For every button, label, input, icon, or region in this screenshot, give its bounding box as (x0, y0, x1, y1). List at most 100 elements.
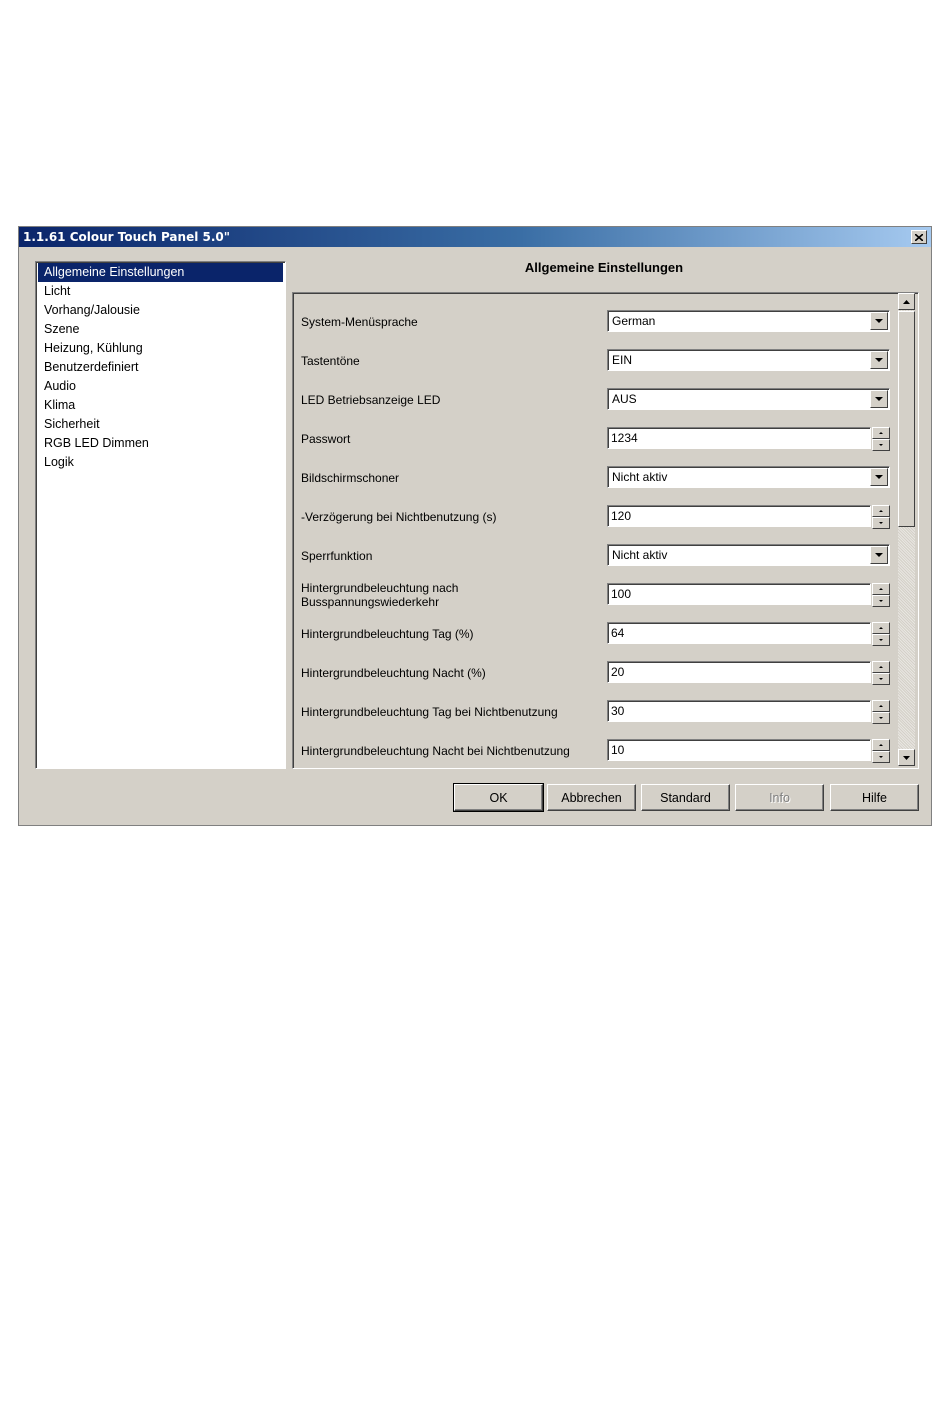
vertical-scrollbar[interactable] (898, 293, 915, 766)
spin-up-button[interactable] (872, 427, 890, 439)
tree-item[interactable]: Logik (38, 453, 283, 472)
select-value: Nicht aktiv (612, 470, 668, 484)
spin-down-button[interactable] (872, 595, 890, 607)
help-button[interactable]: Hilfe (830, 784, 919, 811)
spin-up-button[interactable] (872, 739, 890, 751)
tree-item[interactable]: Heizung, Kühlung (38, 339, 283, 358)
spin-down-icon (879, 678, 883, 680)
parameter-number-input[interactable]: 120 (607, 505, 871, 527)
category-tree[interactable]: Allgemeine Einstellungen Licht Vorhang/Jal… (35, 261, 286, 769)
spin-up-icon (879, 432, 883, 434)
parameter-number-input[interactable]: 64 (607, 622, 871, 644)
input-value: 64 (611, 626, 625, 640)
close-button[interactable] (911, 230, 927, 244)
parameter-number-input[interactable]: 30 (607, 700, 871, 722)
parameter-row: Hintergrundbeleuchtung Tag bei Nichtbenu… (301, 697, 891, 727)
spin-down-icon (879, 600, 883, 602)
spin-up-icon (879, 705, 883, 707)
chevron-down-icon (875, 475, 883, 479)
input-value: 30 (611, 704, 625, 718)
input-value: 10 (611, 743, 625, 757)
chevron-down-icon (875, 397, 883, 401)
spin-up-icon (879, 588, 883, 590)
tree-item[interactable]: Vorhang/Jalousie (38, 301, 283, 320)
parameter-label: Sperrfunktion (301, 549, 373, 563)
parameter-number-input[interactable]: 20 (607, 661, 871, 683)
spin-down-icon (879, 717, 883, 719)
info-button[interactable]: Info (735, 784, 824, 811)
parameter-row: Hintergrundbeleuchtung Nacht bei Nichtbe… (301, 736, 891, 766)
spin-up-button[interactable] (872, 622, 890, 634)
select-value: Nicht aktiv (612, 548, 668, 562)
spin-control (872, 739, 890, 763)
parameter-select[interactable]: Nicht aktiv (607, 466, 890, 488)
parameter-label: System-Menüsprache (301, 315, 418, 329)
spin-control (872, 505, 890, 529)
parameter-row: Hintergrundbeleuchtung Tag (%) 64 (301, 619, 891, 649)
parameter-number-input[interactable]: 100 (607, 583, 871, 605)
spin-up-icon (879, 627, 883, 629)
input-value: 100 (611, 587, 632, 601)
parameter-row: LED Betriebsanzeige LED AUS (301, 385, 891, 415)
parameter-row: Passwort 1234 (301, 424, 891, 454)
tree-item[interactable]: RGB LED Dimmen (38, 434, 283, 453)
spin-up-button[interactable] (872, 505, 890, 517)
chevron-down-icon (875, 358, 883, 362)
spin-down-button[interactable] (872, 712, 890, 724)
spin-down-button[interactable] (872, 634, 890, 646)
spin-control (872, 700, 890, 724)
standard-button[interactable]: Standard (641, 784, 730, 811)
tree-item[interactable]: Benutzerdefiniert (38, 358, 283, 377)
tree-item[interactable]: Licht (38, 282, 283, 301)
tree-item[interactable]: Audio (38, 377, 283, 396)
tree-item[interactable]: Klima (38, 396, 283, 415)
parameter-number-input[interactable]: 10 (607, 739, 871, 761)
spin-control (872, 661, 890, 685)
spin-down-button[interactable] (872, 517, 890, 529)
dropdown-button[interactable] (870, 468, 888, 486)
select-value: EIN (612, 353, 633, 367)
spin-up-button[interactable] (872, 661, 890, 673)
spin-up-button[interactable] (872, 700, 890, 712)
scroll-down-button[interactable] (898, 749, 915, 766)
tree-item[interactable]: Szene (38, 320, 283, 339)
section-heading: Allgemeine Einstellungen (524, 260, 684, 275)
input-value: 20 (611, 665, 625, 679)
dropdown-button[interactable] (870, 390, 888, 408)
parameter-select[interactable]: EIN (607, 349, 890, 371)
parameter-select[interactable]: Nicht aktiv (607, 544, 890, 566)
spin-up-button[interactable] (872, 583, 890, 595)
parameter-label: Passwort (301, 432, 351, 446)
parameter-dialog: 1.1.61 Colour Touch Panel 5.0" Allgemein… (18, 226, 932, 826)
parameter-label: Bildschirmschoner (301, 471, 400, 485)
input-value: 120 (611, 509, 632, 523)
scroll-thumb[interactable] (898, 311, 915, 527)
dropdown-button[interactable] (870, 351, 888, 369)
parameter-label: Hintergrundbeleuchtung Tag (%) (301, 627, 474, 641)
parameter-label: Hintergrundbeleuchtung Tag bei Nichtbenu… (301, 705, 558, 719)
dropdown-button[interactable] (870, 546, 888, 564)
spin-up-icon (879, 666, 883, 668)
spin-down-icon (879, 444, 883, 446)
parameter-row: Tastentöne EIN (301, 346, 891, 376)
tree-item[interactable]: Sicherheit (38, 415, 283, 434)
spin-down-button[interactable] (872, 439, 890, 451)
scroll-up-button[interactable] (898, 293, 915, 310)
tree-item[interactable]: Allgemeine Einstellungen (38, 263, 283, 282)
parameter-row: Sperrfunktion Nicht aktiv (301, 541, 891, 571)
parameter-number-input[interactable]: 1234 (607, 427, 871, 449)
dropdown-button[interactable] (870, 312, 888, 330)
title-bar: 1.1.61 Colour Touch Panel 5.0" (19, 227, 931, 247)
spin-down-button[interactable] (872, 751, 890, 763)
parameter-row: Bildschirmschoner Nicht aktiv (301, 463, 891, 493)
parameter-select[interactable]: AUS (607, 388, 890, 410)
ok-button[interactable]: OK (453, 783, 544, 812)
spin-down-button[interactable] (872, 673, 890, 685)
spin-down-icon (879, 522, 883, 524)
parameter-select[interactable]: German (607, 310, 890, 332)
spin-control (872, 622, 890, 646)
parameter-label: Hintergrundbeleuchtung nach Busspannungs… (301, 581, 459, 609)
parameter-row: -Verzögerung bei Nichtbenutzung (s) 120 (301, 502, 891, 532)
chevron-down-icon (875, 319, 883, 323)
cancel-button[interactable]: Abbrechen (547, 784, 636, 811)
